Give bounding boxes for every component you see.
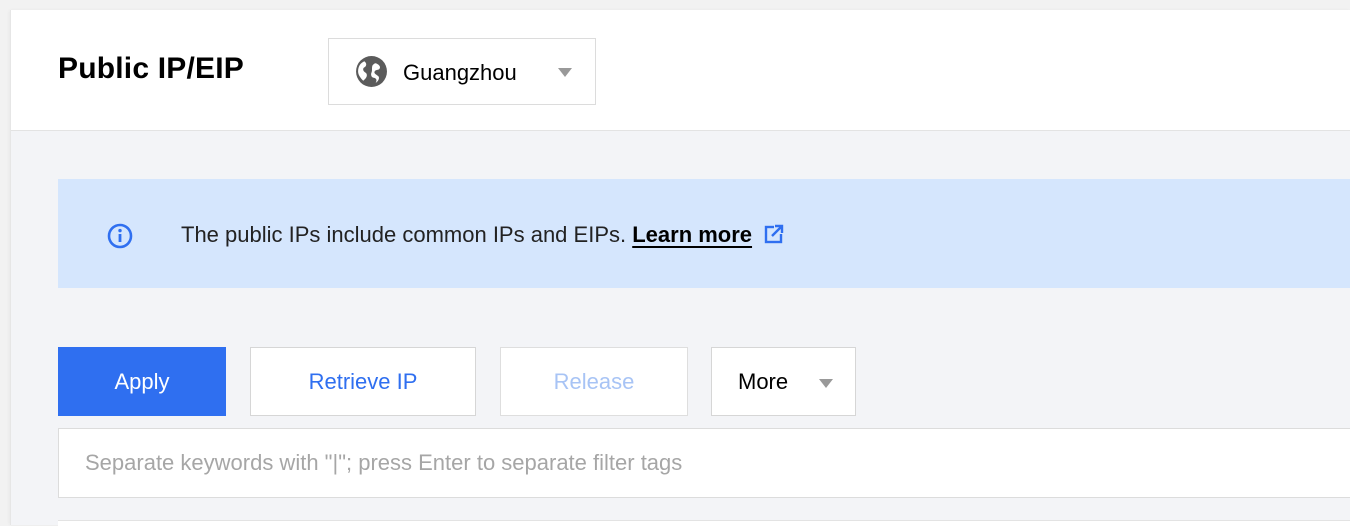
notice-text: The public IPs include common IPs and EI… bbox=[181, 222, 784, 248]
page-header: Public IP/EIP Guangzhou bbox=[11, 10, 1350, 131]
external-link-icon[interactable] bbox=[764, 224, 784, 244]
more-label: More bbox=[738, 368, 789, 394]
info-notice: The public IPs include common IPs and EI… bbox=[58, 179, 1350, 288]
globe-icon bbox=[356, 56, 387, 87]
region-label: Guangzhou bbox=[403, 60, 517, 85]
page-title: Public IP/EIP bbox=[58, 52, 244, 85]
release-button[interactable]: Release bbox=[500, 347, 688, 416]
page: Public IP/EIP Guangzhou The public IPs i… bbox=[10, 10, 1350, 526]
chevron-down-icon bbox=[558, 68, 572, 77]
apply-button[interactable]: Apply bbox=[58, 347, 226, 416]
table-container bbox=[58, 520, 1350, 526]
chevron-down-icon bbox=[819, 379, 833, 388]
region-selector[interactable]: Guangzhou bbox=[328, 38, 596, 105]
notice-message: The public IPs include common IPs and EI… bbox=[181, 222, 633, 247]
retrieve-ip-button[interactable]: Retrieve IP bbox=[250, 347, 476, 416]
search-input[interactable] bbox=[58, 428, 1350, 498]
learn-more-link[interactable]: Learn more bbox=[632, 222, 752, 247]
more-dropdown-button[interactable]: More bbox=[711, 347, 856, 416]
info-icon bbox=[107, 223, 133, 249]
